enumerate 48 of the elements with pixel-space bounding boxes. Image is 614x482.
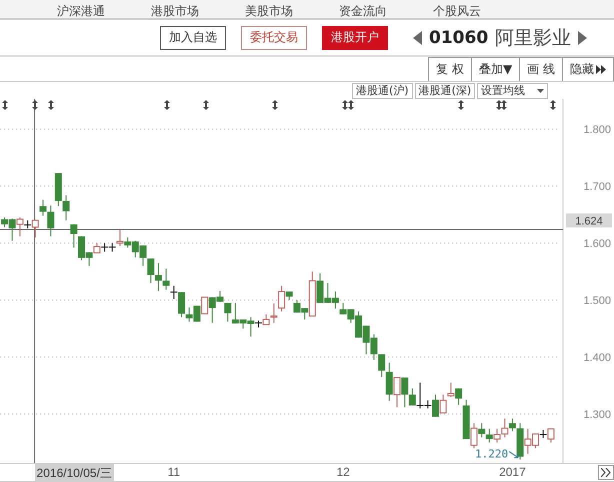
event-marker-icon[interactable] (458, 100, 464, 110)
double-arrow-icon (601, 468, 611, 477)
axis-label: 1.400 (583, 352, 611, 364)
caret-icon (537, 89, 544, 93)
candlestick (100, 242, 109, 252)
axis-label: 1.600 (583, 238, 611, 250)
nav-link[interactable]: 沪深港通 (57, 4, 105, 18)
date-tag: 2016/10/05/三 (34, 464, 114, 482)
nav-link[interactable]: 美股市场 (245, 4, 293, 18)
event-marker-icon[interactable] (550, 100, 556, 110)
toolbar-button[interactable]: 隐藏 (562, 57, 614, 81)
event-marker-icon[interactable] (348, 100, 354, 110)
dropdown-button[interactable]: 设置均线 (477, 83, 548, 99)
toolbar-button[interactable]: 复 权 (428, 57, 472, 81)
event-marker-icon[interactable] (496, 100, 502, 110)
open-account-button[interactable]: 港股开户 (322, 26, 388, 50)
arrow-icon (508, 451, 519, 458)
nav-link[interactable]: 个股风云 (433, 4, 481, 18)
event-marker-icon[interactable] (48, 100, 54, 110)
stock-name: 阿里影业 (495, 26, 572, 50)
action-button[interactable]: 加入自选 (160, 26, 226, 50)
event-marker-icon[interactable] (272, 100, 278, 110)
event-marker-icon[interactable] (164, 100, 170, 110)
axis-label: 1.300 (583, 409, 611, 421)
low-price-label: 1.220 (475, 448, 508, 461)
stock-code: 01060 (429, 28, 488, 48)
price-tag: 1.624 (566, 213, 612, 228)
next-icon[interactable] (578, 30, 588, 44)
scroll-button[interactable] (598, 465, 614, 480)
axis-label: 12 (336, 465, 350, 479)
filter-button[interactable]: 港股通(沪) (352, 83, 413, 99)
previous-icon[interactable] (413, 30, 422, 44)
ref-line-label: 1.624 (575, 215, 603, 228)
event-marker-icon[interactable] (2, 100, 8, 110)
event-marker-icon[interactable] (342, 100, 348, 110)
axis-label: 1.800 (583, 124, 611, 136)
axis-label: 1.700 (583, 181, 611, 194)
double-arrow-icon (596, 65, 606, 74)
nav-link[interactable]: 资金流向 (339, 4, 387, 18)
event-marker-icon[interactable] (32, 100, 38, 110)
filter-button[interactable]: 港股通(深) (414, 83, 476, 99)
nav-link[interactable]: 港股市场 (151, 4, 199, 18)
axis-label: 1.500 (583, 295, 611, 308)
event-marker-icon[interactable] (203, 100, 209, 110)
action-button[interactable]: 委托交易 (241, 26, 307, 50)
event-marker-icon[interactable] (501, 100, 507, 110)
axis-label: 11 (168, 465, 180, 479)
axis-label: 2017 (499, 465, 526, 479)
